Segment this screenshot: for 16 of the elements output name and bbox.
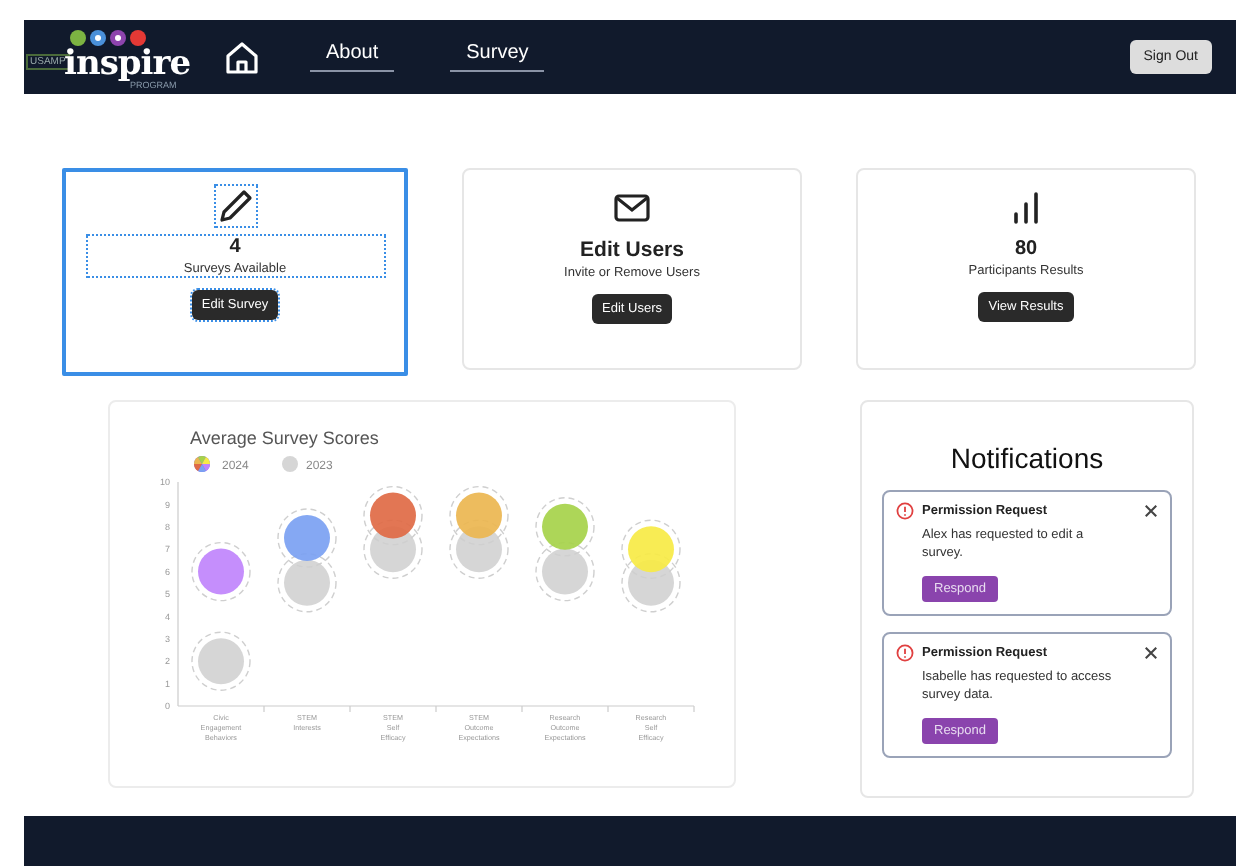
nav-link[interactable]: Survey	[450, 42, 545, 72]
alert-icon	[896, 502, 914, 520]
close-icon[interactable]	[1144, 645, 1158, 660]
nav-link[interactable]: About	[310, 42, 395, 72]
alert-icon	[896, 643, 914, 662]
home-icon[interactable]	[224, 39, 260, 75]
card-value: 80	[1014, 238, 1038, 260]
close-icon[interactable]	[1144, 504, 1158, 518]
chart-title: Average Survey Scores	[190, 428, 379, 448]
notifications-title: Notifications	[950, 442, 1104, 474]
logo-name: inspire	[64, 44, 191, 84]
pencil-icon	[215, 186, 255, 226]
mail-icon	[612, 188, 652, 228]
logo-dots-icon	[68, 28, 148, 48]
card-value: Edit Users	[580, 238, 684, 262]
card-value: 4	[229, 236, 241, 258]
